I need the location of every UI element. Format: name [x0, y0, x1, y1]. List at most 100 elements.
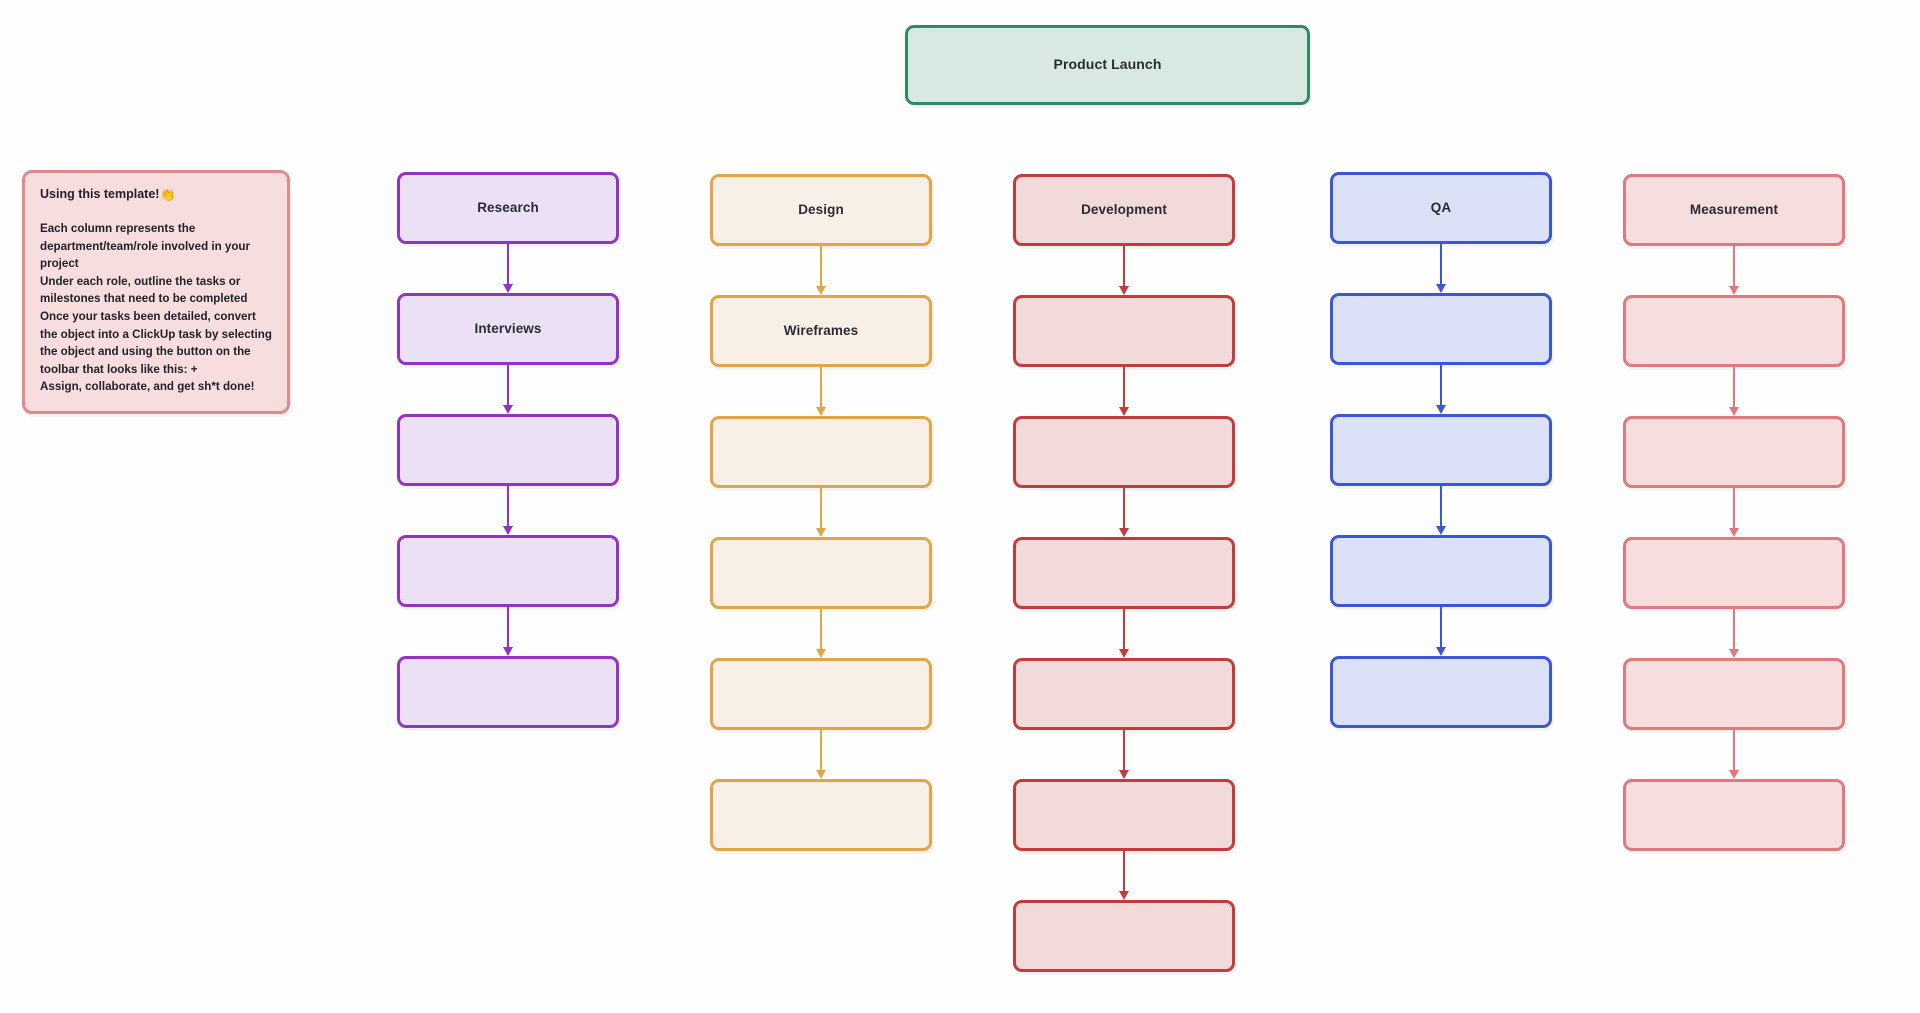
connector-shaft [507, 607, 509, 649]
connector-shaft [1123, 367, 1125, 409]
connector-shaft [1440, 486, 1442, 528]
note-title-text: Using this template! [40, 187, 160, 201]
connector-qa-2-to-3 [1436, 486, 1446, 535]
connector-shaft [507, 365, 509, 407]
arrow-head-icon [1436, 526, 1446, 535]
connector-design-1-to-2 [816, 367, 826, 416]
connector-shaft [1123, 246, 1125, 288]
connector-shaft [507, 486, 509, 528]
connector-research-3-to-4 [503, 607, 513, 656]
connector-shaft [1440, 607, 1442, 649]
arrow-head-icon [1436, 405, 1446, 414]
connector-development-0-to-1 [1119, 246, 1129, 295]
connector-development-1-to-2 [1119, 367, 1129, 416]
connector-shaft [1123, 609, 1125, 651]
connector-development-4-to-5 [1119, 730, 1129, 779]
node-development-item-2[interactable] [1013, 416, 1235, 488]
flowchart-canvas: Product Launch Using this template!👏 Eac… [0, 0, 1920, 1013]
arrow-head-icon [503, 526, 513, 535]
connector-shaft [507, 244, 509, 286]
connector-shaft [1123, 488, 1125, 530]
connector-measurement-1-to-2 [1729, 367, 1739, 416]
arrow-head-icon [816, 649, 826, 658]
arrow-head-icon [816, 528, 826, 537]
connector-shaft [1733, 488, 1735, 530]
node-qa-item-3[interactable] [1330, 535, 1552, 607]
connector-design-4-to-5 [816, 730, 826, 779]
node-development-item-1[interactable] [1013, 295, 1235, 367]
clapping-hands-icon: 👏 [159, 187, 176, 202]
node-design-item-5[interactable] [710, 779, 932, 851]
arrow-head-icon [816, 407, 826, 416]
connector-design-0-to-1 [816, 246, 826, 295]
connector-measurement-4-to-5 [1729, 730, 1739, 779]
node-measurement-item-1[interactable] [1623, 295, 1845, 367]
arrow-head-icon [1436, 284, 1446, 293]
template-instructions-note[interactable]: Using this template!👏 Each column repres… [22, 170, 290, 414]
arrow-head-icon [1729, 528, 1739, 537]
connector-shaft [1733, 730, 1735, 772]
note-title: Using this template!👏 [40, 186, 272, 204]
node-qa-item-1[interactable] [1330, 293, 1552, 365]
connector-shaft [1733, 367, 1735, 409]
connector-shaft [1733, 246, 1735, 288]
node-development-item-3[interactable] [1013, 537, 1235, 609]
arrow-head-icon [1119, 407, 1129, 416]
node-design-item-3[interactable] [710, 537, 932, 609]
node-development-item-6[interactable] [1013, 900, 1235, 972]
node-measurement-header[interactable]: Measurement [1623, 174, 1845, 246]
node-measurement-item-2[interactable] [1623, 416, 1845, 488]
arrow-head-icon [1119, 649, 1129, 658]
node-development-item-5[interactable] [1013, 779, 1235, 851]
connector-shaft [820, 246, 822, 288]
connector-research-1-to-2 [503, 365, 513, 414]
arrow-head-icon [1729, 407, 1739, 416]
connector-design-2-to-3 [816, 488, 826, 537]
arrow-head-icon [1119, 286, 1129, 295]
connector-shaft [1440, 244, 1442, 286]
connector-measurement-0-to-1 [1729, 246, 1739, 295]
connector-research-2-to-3 [503, 486, 513, 535]
connector-shaft [820, 609, 822, 651]
node-research-item-2[interactable] [397, 414, 619, 486]
node-label: Design [798, 201, 844, 217]
connector-shaft [1733, 609, 1735, 651]
node-label: Product Launch [1053, 56, 1162, 73]
node-label: Measurement [1689, 201, 1779, 217]
node-product-launch[interactable]: Product Launch [905, 25, 1310, 105]
node-design-header[interactable]: Design [710, 174, 932, 246]
connector-development-2-to-3 [1119, 488, 1129, 537]
arrow-head-icon [503, 405, 513, 414]
connector-qa-0-to-1 [1436, 244, 1446, 293]
node-design-item-2[interactable] [710, 416, 932, 488]
node-development-header[interactable]: Development [1013, 174, 1235, 246]
connector-qa-1-to-2 [1436, 365, 1446, 414]
node-design-item-4[interactable] [710, 658, 932, 730]
node-measurement-item-4[interactable] [1623, 658, 1845, 730]
node-qa-header[interactable]: QA [1330, 172, 1552, 244]
connector-shaft [1123, 851, 1125, 893]
arrow-head-icon [503, 647, 513, 656]
connector-measurement-2-to-3 [1729, 488, 1739, 537]
connector-design-3-to-4 [816, 609, 826, 658]
node-development-item-4[interactable] [1013, 658, 1235, 730]
node-research-item-1[interactable]: Interviews [397, 293, 619, 365]
connector-research-0-to-1 [503, 244, 513, 293]
node-label: Interviews [474, 320, 542, 336]
node-design-item-1[interactable]: Wireframes [710, 295, 932, 367]
node-measurement-item-3[interactable] [1623, 537, 1845, 609]
node-research-header[interactable]: Research [397, 172, 619, 244]
node-measurement-item-5[interactable] [1623, 779, 1845, 851]
arrow-head-icon [1119, 891, 1129, 900]
node-qa-item-4[interactable] [1330, 656, 1552, 728]
connector-shaft [820, 730, 822, 772]
arrow-head-icon [1119, 528, 1129, 537]
note-body: Each column represents the department/te… [40, 221, 272, 394]
arrow-head-icon [503, 284, 513, 293]
connector-shaft [1123, 730, 1125, 772]
connector-shaft [1440, 365, 1442, 407]
connector-development-3-to-4 [1119, 609, 1129, 658]
node-research-item-4[interactable] [397, 656, 619, 728]
node-qa-item-2[interactable] [1330, 414, 1552, 486]
node-research-item-3[interactable] [397, 535, 619, 607]
